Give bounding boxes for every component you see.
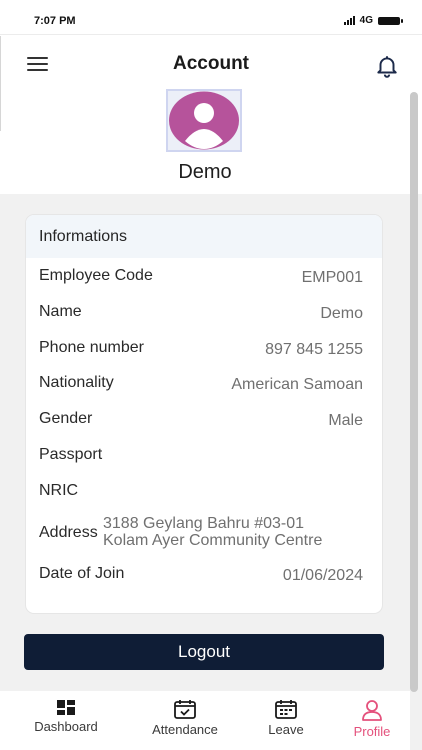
address-value: 3188 Geylang Bahru #03-01 Kolam Ayer Com… [103, 515, 322, 549]
info-label: Date of Join [39, 565, 125, 582]
user-avatar-icon [169, 91, 239, 150]
info-value: American Samoan [231, 376, 363, 393]
nav-label: Dashboard [34, 719, 98, 734]
info-value: Male [328, 412, 363, 429]
nav-label: Attendance [152, 722, 218, 737]
page-title: Account [173, 53, 249, 74]
info-label: Passport [39, 446, 103, 463]
nav-item-attendance[interactable]: Attendance [144, 699, 226, 737]
info-label: Employee Code [39, 267, 153, 284]
info-value: EMP001 [301, 269, 363, 286]
info-value: Demo [320, 305, 363, 322]
address-line-2: Kolam Ayer Community Centre [103, 532, 323, 549]
info-label: Name [39, 303, 82, 320]
signal-icon [343, 16, 355, 25]
nav-item-profile[interactable]: Profile [346, 699, 398, 739]
address-line-1: 3188 Geylang Bahru #03-01 [103, 515, 305, 532]
battery-icon [378, 16, 403, 25]
status-time: 7:07 PM [34, 15, 76, 27]
attendance-icon [174, 700, 196, 719]
logout-button[interactable]: Logout [24, 634, 384, 670]
info-label: Gender [39, 410, 93, 427]
nav-label: Profile [353, 724, 391, 739]
nav-item-leave[interactable]: Leave [260, 699, 312, 737]
info-value: 01/06/2024 [282, 567, 363, 584]
info-value: 897 845 1255 [265, 341, 363, 358]
info-label: NRIC [39, 482, 79, 499]
profile-icon [362, 700, 382, 721]
info-label: Nationality [39, 374, 114, 391]
leave-icon [275, 700, 297, 719]
info-label: Address [39, 524, 98, 541]
left-edge-divider [0, 36, 1, 131]
dashboard-icon [57, 700, 75, 715]
account-header: Account Demo [0, 34, 422, 194]
user-name: Demo [178, 161, 232, 183]
bell-icon[interactable] [374, 53, 400, 79]
info-label: Phone number [39, 339, 144, 356]
scrollbar[interactable] [410, 92, 418, 692]
avatar[interactable] [166, 89, 242, 152]
information-card: Informations Employee Code EMP001 Name D… [25, 214, 383, 614]
status-indicators: 4G [343, 15, 403, 26]
nav-label: Leave [268, 722, 304, 737]
nav-item-dashboard[interactable]: Dashboard [28, 699, 104, 734]
card-heading: Informations [26, 215, 382, 258]
status-bar: 7:07 PM 4G [0, 0, 422, 34]
bottom-nav: Dashboard Attendance Leave Profile [0, 691, 410, 750]
network-type: 4G [359, 15, 373, 26]
